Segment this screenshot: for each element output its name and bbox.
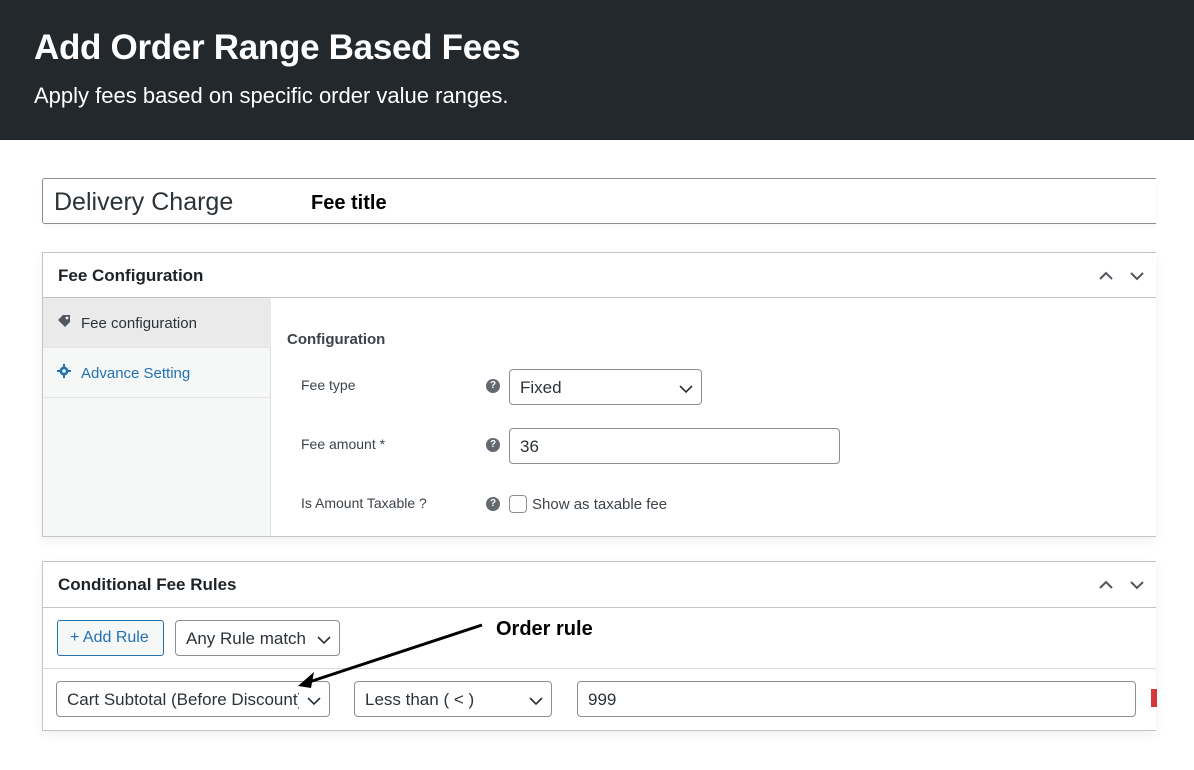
add-rule-label: + Add Rule xyxy=(70,629,149,646)
help-icon[interactable]: ? xyxy=(486,438,500,452)
chevron-up-icon[interactable] xyxy=(1098,268,1113,282)
rule-operator-select[interactable]: Less than ( < ) xyxy=(354,681,552,717)
page-subtitle: Apply fees based on specific order value… xyxy=(34,83,509,108)
sidebar-item-label: Fee configuration xyxy=(81,315,197,332)
sidebar-item-fee-configuration[interactable]: Fee configuration xyxy=(43,298,271,348)
divider xyxy=(43,668,1156,669)
rule-match-value: Any Rule match xyxy=(186,629,306,648)
fee-configuration-panel: Fee Configuration Fee configuration Adva… xyxy=(42,252,1156,537)
fee-configuration-heading: Fee Configuration xyxy=(58,266,204,285)
chevron-down-icon[interactable] xyxy=(1129,268,1144,282)
trash-icon[interactable] xyxy=(1151,689,1157,707)
add-rule-button[interactable]: + Add Rule xyxy=(57,620,164,656)
chevron-down-icon xyxy=(529,694,543,706)
taxable-label: Is Amount Taxable ? xyxy=(301,495,427,511)
taxable-checkbox-label: Show as taxable fee xyxy=(532,496,668,513)
chevron-up-icon[interactable] xyxy=(1098,577,1113,591)
chevron-down-icon xyxy=(679,382,693,394)
sidebar-item-advance-setting[interactable]: Advance Setting xyxy=(43,348,271,398)
rule-value: 999 xyxy=(588,690,617,709)
divider xyxy=(43,607,1156,608)
conditional-rules-header: Conditional Fee Rules xyxy=(43,562,1156,607)
fee-type-select[interactable]: Fixed xyxy=(509,369,702,405)
gear-icon xyxy=(57,364,71,378)
fee-title-value: Delivery Charge xyxy=(54,188,234,216)
config-sidebar: Fee configuration Advance Setting xyxy=(43,298,271,536)
fee-type-label: Fee type xyxy=(301,377,356,393)
rule-condition-value: Cart Subtotal (Before Discount) xyxy=(67,690,299,709)
taxable-checkbox[interactable] xyxy=(509,495,527,513)
fee-amount-input[interactable]: 36 xyxy=(509,428,840,464)
page-title: Add Order Range Based Fees xyxy=(34,28,521,67)
configuration-title: Configuration xyxy=(287,331,386,348)
fee-amount-value: 36 xyxy=(520,437,539,456)
conditional-rules-heading: Conditional Fee Rules xyxy=(58,575,237,594)
order-rule-annotation: Order rule xyxy=(496,618,593,640)
chevron-down-icon[interactable] xyxy=(1129,577,1144,591)
fee-title-input[interactable]: Delivery Charge xyxy=(42,178,1156,224)
sidebar-item-label: Advance Setting xyxy=(81,365,191,382)
fee-type-value: Fixed xyxy=(520,378,562,397)
fee-title-annotation: Fee title xyxy=(311,192,387,214)
rule-operator-value: Less than ( < ) xyxy=(365,690,475,709)
fee-amount-label: Fee amount * xyxy=(301,436,386,452)
rule-value-input[interactable]: 999 xyxy=(577,681,1136,717)
help-icon[interactable]: ? xyxy=(486,497,500,511)
rule-condition-select[interactable]: Cart Subtotal (Before Discount) xyxy=(56,681,330,717)
tag-icon xyxy=(57,314,71,328)
help-icon[interactable]: ? xyxy=(486,379,500,393)
chevron-down-icon xyxy=(307,694,321,706)
fee-configuration-header: Fee Configuration xyxy=(43,253,1156,298)
chevron-down-icon xyxy=(317,633,331,645)
conditional-fee-rules-panel: Conditional Fee Rules + Add Rule Any Rul… xyxy=(42,561,1157,731)
rule-match-select[interactable]: Any Rule match xyxy=(175,620,340,656)
header-banner: Add Order Range Based Fees Apply fees ba… xyxy=(0,0,1194,140)
